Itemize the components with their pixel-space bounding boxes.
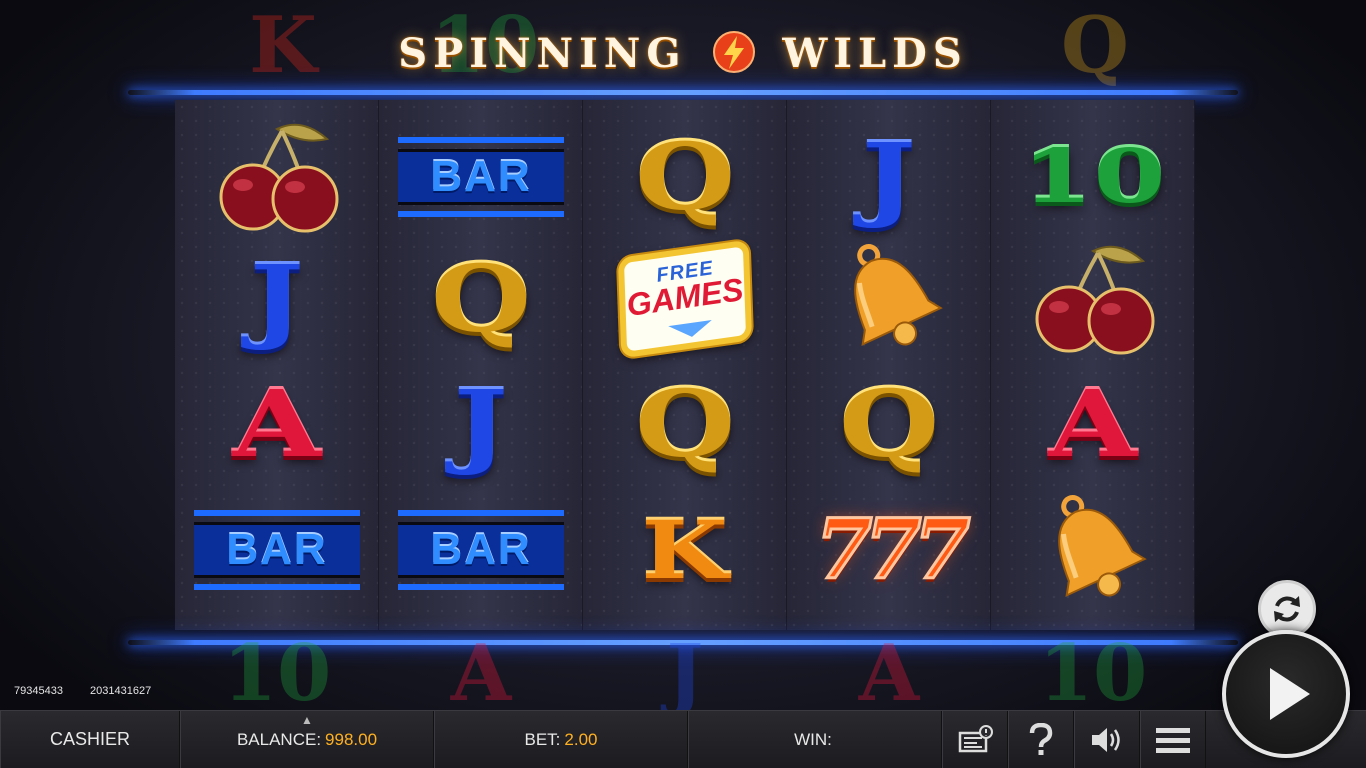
symbol-bar: BAR xyxy=(175,488,379,612)
bottom-bar: CASHIER ▲ BALANCE: 998.00 BET: 2.00 WIN: xyxy=(0,710,1366,768)
ghost-symbol: A xyxy=(858,628,920,719)
ghost-symbol: 10 xyxy=(222,628,332,719)
win-label: WIN: xyxy=(794,729,832,749)
win-display: WIN: xyxy=(688,710,942,768)
cherry-icon xyxy=(1035,245,1155,355)
balance-value: 998.00 xyxy=(325,729,378,749)
chevron-up-icon: ▲ xyxy=(301,712,313,727)
symbol-a: A xyxy=(232,370,322,478)
bell-icon xyxy=(1058,494,1147,598)
symbol-j: J xyxy=(249,245,305,353)
symbol-a: A xyxy=(1048,370,1138,478)
reel-5: 10 A xyxy=(991,100,1195,630)
reel-2: BAR Q J BAR xyxy=(379,100,583,630)
session-id-1: 79345433 xyxy=(14,685,63,697)
autoplay-icon xyxy=(1274,596,1300,622)
bet-value: 2.00 xyxy=(564,729,598,749)
lightning-bolt-icon xyxy=(712,30,756,84)
session-id-2: 2031431627 xyxy=(90,685,152,697)
help-button[interactable] xyxy=(1008,710,1074,768)
game-title: SPINNING WILDS xyxy=(0,30,1366,84)
sound-button[interactable] xyxy=(1074,710,1140,768)
title-right: WILDS xyxy=(782,30,968,77)
symbol-q: Q xyxy=(838,370,940,478)
play-icon xyxy=(1270,668,1310,720)
cashier-button[interactable]: CASHIER xyxy=(0,710,180,768)
cherry-icon xyxy=(219,123,339,233)
reel-4: J Q 777 xyxy=(787,100,991,630)
help-icon xyxy=(1029,722,1053,755)
menu-icon xyxy=(1156,727,1190,753)
symbol-q: Q xyxy=(634,370,736,478)
symbol-777: 777 xyxy=(814,501,972,600)
bell-icon xyxy=(854,243,943,347)
top-neon-frame xyxy=(128,90,1238,95)
game-stage: K 10 Q SPINNING WILDS J A BAR BAR Q J BA… xyxy=(0,0,1366,768)
reel-area: J A BAR BAR Q J BAR Q FREE GAMES Q K J Q… xyxy=(175,100,1195,630)
speaker-icon xyxy=(1092,727,1120,752)
spin-button[interactable] xyxy=(1222,630,1350,758)
symbol-k: K xyxy=(641,503,729,597)
ghost-symbol: 10 xyxy=(1038,628,1148,719)
ghost-symbol: J xyxy=(666,628,704,719)
bet-display[interactable]: BET: 2.00 xyxy=(434,710,688,768)
menu-button[interactable] xyxy=(1140,710,1206,768)
symbol-free-games: FREE GAMES xyxy=(583,237,787,361)
symbol-q: Q xyxy=(430,245,532,353)
paytable-button[interactable] xyxy=(942,710,1008,768)
reel-3: Q FREE GAMES Q K xyxy=(583,100,787,630)
symbol-q: Q xyxy=(634,123,736,231)
symbol-bell xyxy=(787,237,991,361)
session-ids: 79345433 2031431627 xyxy=(14,685,163,697)
symbol-j: J xyxy=(453,370,509,478)
symbol-cherry xyxy=(175,115,379,239)
symbol-j: J xyxy=(861,123,917,231)
symbol-bar: BAR xyxy=(379,488,583,612)
symbol-bell xyxy=(991,488,1195,612)
reel-1: J A BAR xyxy=(175,100,379,630)
title-left: SPINNING xyxy=(398,30,687,77)
paytable-icon xyxy=(958,724,993,752)
symbol-bar: BAR xyxy=(379,115,583,239)
bet-label: BET: xyxy=(524,729,561,749)
symbol-cherry xyxy=(991,237,1195,361)
symbol-10: 10 xyxy=(1020,134,1166,220)
balance-label: BALANCE: xyxy=(236,729,322,749)
free-games-sign: FREE GAMES xyxy=(599,237,771,361)
ghost-symbol: A xyxy=(450,628,512,719)
balance-display[interactable]: ▲ BALANCE: 998.00 xyxy=(180,710,434,768)
